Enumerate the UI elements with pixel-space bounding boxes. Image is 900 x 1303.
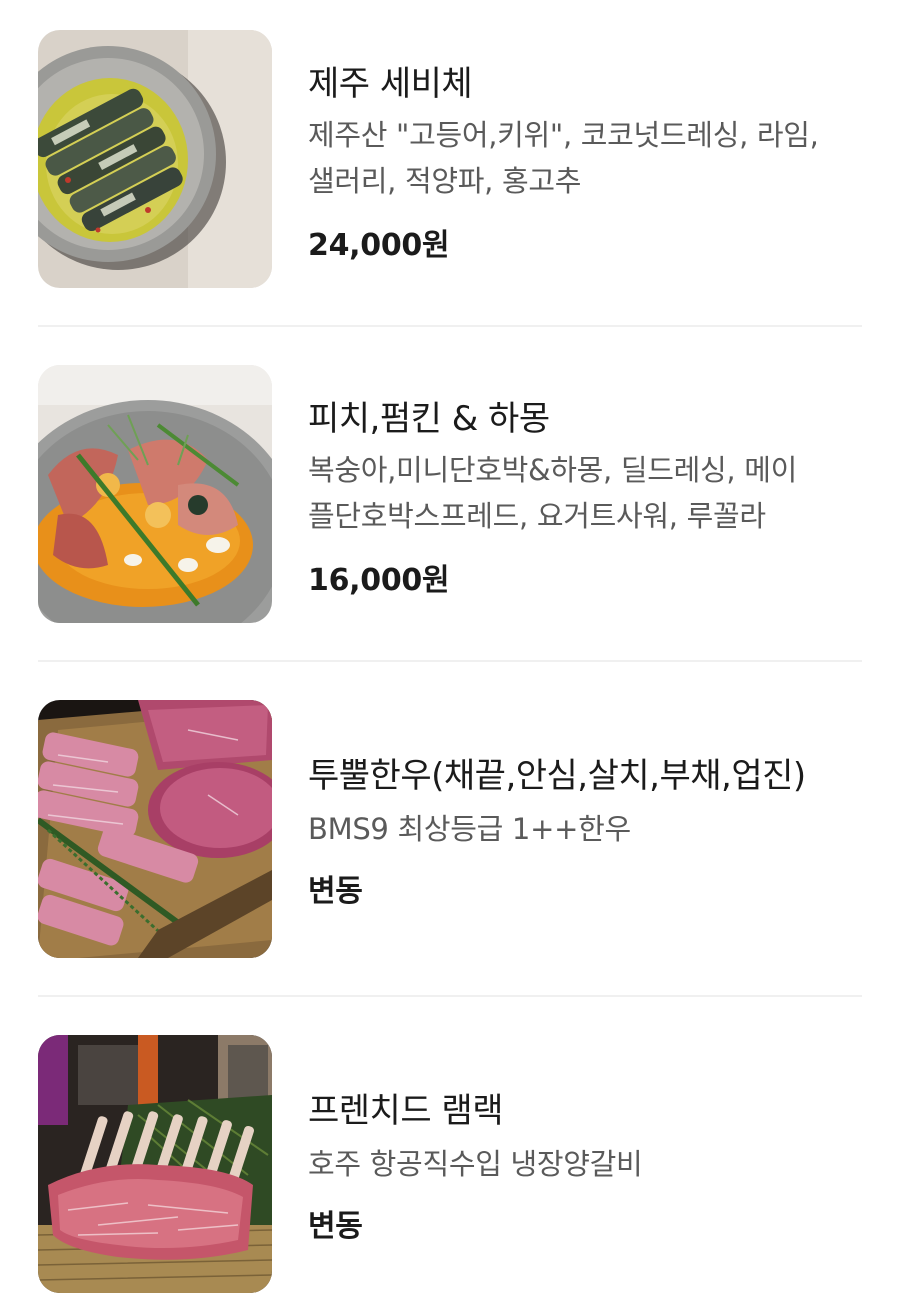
menu-item-price: 변동 — [308, 1209, 363, 1244]
menu-item-price: 변동 — [308, 874, 363, 909]
description-line: 제주산 "고등어,키위", 코코넛드레싱, 라임, — [308, 118, 819, 152]
menu-item-price: 24,000원 — [308, 228, 450, 263]
divider — [38, 995, 862, 997]
description-line: 복숭아,미니단호박&하몽, 딜드레싱, 메이 — [308, 453, 797, 487]
menu-item-description: 제주산 "고등어,키위", 코코넛드레싱, 라임, 샐러리, 적양파, 홍고추 — [308, 112, 868, 204]
menu-item-description: BMS9 최상등급 1++한우 — [308, 806, 868, 852]
menu-item-jeju-ceviche[interactable]: 제주 세비체 제주산 "고등어,키위", 코코넛드레싱, 라임, 샐러리, 적양… — [38, 30, 862, 288]
menu-item-name: 프렌치드 램랙 — [308, 1091, 504, 1131]
menu-item-name: 투뿔한우(채끝,안심,살치,부채,업진) — [308, 756, 806, 796]
menu-item-hanwoo[interactable]: 투뿔한우(채끝,안심,살치,부채,업진) BMS9 최상등급 1++한우 변동 — [38, 700, 862, 958]
peach-pumpkin-jamon-photo — [38, 365, 272, 623]
divider — [38, 660, 862, 662]
description-line: 플단호박스프레드, 요거트사워, 루꼴라 — [308, 499, 766, 533]
description-line: BMS9 최상등급 1++한우 — [308, 812, 631, 846]
menu-item-description: 복숭아,미니단호박&하몽, 딜드레싱, 메이 플단호박스프레드, 요거트사워, … — [308, 447, 868, 539]
ceviche-photo — [38, 30, 272, 288]
menu-item-peach-pumpkin-jamon[interactable]: 피치,펌킨 & 하몽 복숭아,미니단호박&하몽, 딜드레싱, 메이 플단호박스프… — [38, 365, 862, 623]
menu-item-price: 16,000원 — [308, 563, 450, 598]
description-line: 호주 항공직수입 냉장양갈비 — [308, 1147, 643, 1181]
menu-item-description: 호주 항공직수입 냉장양갈비 — [308, 1141, 868, 1187]
divider — [38, 325, 862, 327]
menu-item-frenched-lamb-rack[interactable]: 프렌치드 램랙 호주 항공직수입 냉장양갈비 변동 — [38, 1035, 862, 1293]
lamb-rack-photo — [38, 1035, 272, 1293]
description-line: 샐러리, 적양파, 홍고추 — [308, 164, 582, 198]
menu-item-name: 제주 세비체 — [308, 64, 473, 104]
hanwoo-beef-photo — [38, 700, 272, 958]
menu-item-name: 피치,펌킨 & 하몽 — [308, 399, 550, 439]
